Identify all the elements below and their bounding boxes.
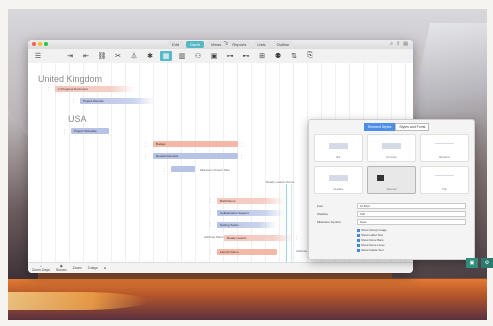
date-label: ▫ ▫: [64, 129, 65, 135]
style-grid: Bar Summary Milestone Deadline Selected …: [314, 134, 469, 194]
segment-element-styles[interactable]: Element Styles: [364, 123, 396, 131]
checkbox[interactable]: Show Group Image: [357, 228, 387, 232]
date-label: ▫ ▫: [210, 210, 211, 216]
settings-icon[interactable]: ⚙: [481, 258, 493, 268]
tab-reports[interactable]: Reports: [228, 41, 251, 48]
bar-note: Ready Launch Demo: [266, 180, 295, 184]
date-label: ▫ ▫: [210, 249, 211, 255]
gantt-bar[interactable]: Review Demand: [153, 153, 238, 159]
gantt-bar[interactable]: In Progress Document: [55, 86, 135, 92]
gantt-bar[interactable]: Build Demo: [217, 198, 285, 204]
chart-icon[interactable]: ▥: [176, 51, 188, 61]
sidebar-icon[interactable]: ▤: [403, 41, 408, 47]
resources-icon[interactable]: ⚇: [192, 51, 204, 61]
date-label: ▫ ▫: [210, 222, 211, 228]
timeline-icon[interactable]: ⊷: [240, 51, 252, 61]
date-label: ▫ ▫: [210, 198, 211, 204]
checkbox[interactable]: Show Done Bars: [357, 238, 384, 242]
gantt-bar[interactable]: Project Schedule: [71, 128, 109, 134]
date-label: ▫ ▫: [145, 154, 146, 160]
sort-icon[interactable]: ⇅: [288, 51, 300, 61]
gantt-bar[interactable]: Ready Launch: [224, 235, 294, 241]
group-title: USA: [68, 114, 87, 124]
split-icon[interactable]: ✂: [112, 51, 124, 61]
today-line: [286, 184, 287, 268]
checkbox[interactable]: Show Fields Text: [357, 248, 384, 252]
bar-note: Milestone Project Plan: [200, 168, 230, 172]
tab-views[interactable]: Views: [206, 41, 226, 48]
outdent-icon[interactable]: ⇤: [80, 51, 92, 61]
copy-icon[interactable]: ⎘: [304, 51, 316, 61]
sun-reflection: [8, 292, 148, 310]
share-icon[interactable]: ⇪: [396, 41, 400, 47]
status-bar: ⌕ Zoom Days ◉ Shown Zoom 3 days ●: [28, 262, 413, 273]
gantt-bar[interactable]: Project Discuss: [80, 98, 155, 104]
toolbar: ☰ ⇥ ⇤ ⛓ ✂ ⏃ ✱ ▦ ▥ ⚇ ▣ ⊶ ⊷ ⊞ ⚉ ⇅ ⎘: [28, 49, 413, 64]
list-icon[interactable]: ☰: [32, 51, 44, 61]
gantt-view-icon[interactable]: ▦: [160, 51, 172, 61]
zoom-label: Zoom: [72, 266, 82, 270]
tab-edit[interactable]: Edit: [168, 41, 183, 48]
date-label: ▫ ▫: [73, 98, 74, 104]
gear-icon[interactable]: ✱: [144, 51, 156, 61]
style-option[interactable]: Summary: [367, 134, 416, 162]
pin-icon[interactable]: ●: [104, 266, 106, 270]
filter-icon[interactable]: ⏃: [128, 51, 140, 61]
search-icon[interactable]: ⌕: [390, 41, 393, 47]
title-tools: ⌕ ⇪ ▤: [390, 41, 408, 47]
segment-styles-fonts[interactable]: Styles and Fonts: [395, 123, 430, 131]
date-label: ▫ ▫: [164, 167, 165, 173]
link-icon[interactable]: ⛓: [96, 51, 108, 61]
milestone-field[interactable]: None: [357, 218, 466, 225]
gantt-bar[interactable]: Collaborative Support: [217, 210, 285, 216]
bar-note: Attribute Plans: [204, 235, 224, 239]
style-option[interactable]: Title: [420, 166, 469, 194]
style-option[interactable]: Bar: [314, 134, 363, 162]
tab-outline[interactable]: Outline: [272, 41, 294, 48]
group-title: United Kingdom: [38, 74, 103, 84]
style-option[interactable]: Deadline: [314, 166, 363, 194]
network-icon[interactable]: ⊶: [224, 51, 236, 61]
tab-lists[interactable]: Lists: [253, 41, 270, 48]
style-option-selected[interactable]: Selected: [367, 166, 416, 194]
date-label: ▫ ▫: [145, 142, 146, 148]
view-tabs: Edit Gantt Views Reports Lists Outline: [168, 41, 294, 48]
gantt-bar[interactable]: [171, 166, 195, 172]
indent-icon[interactable]: ⇥: [64, 51, 76, 61]
date-label: ▫ ▫: [241, 142, 242, 148]
shadow-row: Shadow Soft: [317, 210, 466, 217]
title-bar: Merlin Tool Edit Gantt Views Reports Lis…: [28, 40, 413, 49]
shown-button[interactable]: ◉ Shown: [56, 264, 67, 272]
date-label: ▫ ▫: [48, 86, 49, 92]
bottom-right-tools: ▣ ⚙: [466, 258, 493, 268]
zoom-days-button[interactable]: ⌕ Zoom Days: [32, 264, 50, 272]
font-row: Font 10 Bold: [317, 202, 466, 209]
inspector-icon[interactable]: ▣: [466, 258, 478, 268]
gantt-bar[interactable]: Budget: [153, 141, 238, 147]
checkbox[interactable]: Show Done Lines: [357, 243, 385, 247]
calendar-icon[interactable]: ▣: [208, 51, 220, 61]
settings-popover: Element Styles Styles and Fonts Bar Summ…: [308, 119, 475, 260]
tab-gantt[interactable]: Gantt: [185, 41, 204, 48]
date-label: ▫ ▫: [241, 154, 242, 160]
milestone-row: Milestone Symbol None: [317, 218, 466, 225]
counter-label: 3 days: [87, 266, 98, 270]
people-icon[interactable]: ⚉: [272, 51, 284, 61]
style-option[interactable]: Milestone: [420, 134, 469, 162]
shadow-field[interactable]: Soft: [357, 210, 466, 217]
gantt-bar[interactable]: Launch Demo: [217, 249, 277, 255]
checkbox[interactable]: Show Label Text: [357, 233, 383, 237]
font-field[interactable]: 10 Bold: [357, 202, 466, 209]
marker-line: [291, 184, 292, 268]
align-icon[interactable]: ⊞: [256, 51, 268, 61]
popover-segments: Element Styles Styles and Fonts: [364, 123, 430, 131]
gantt-bar[interactable]: Testing Suites: [217, 222, 277, 228]
date-label: ▫ ▫: [296, 235, 297, 241]
